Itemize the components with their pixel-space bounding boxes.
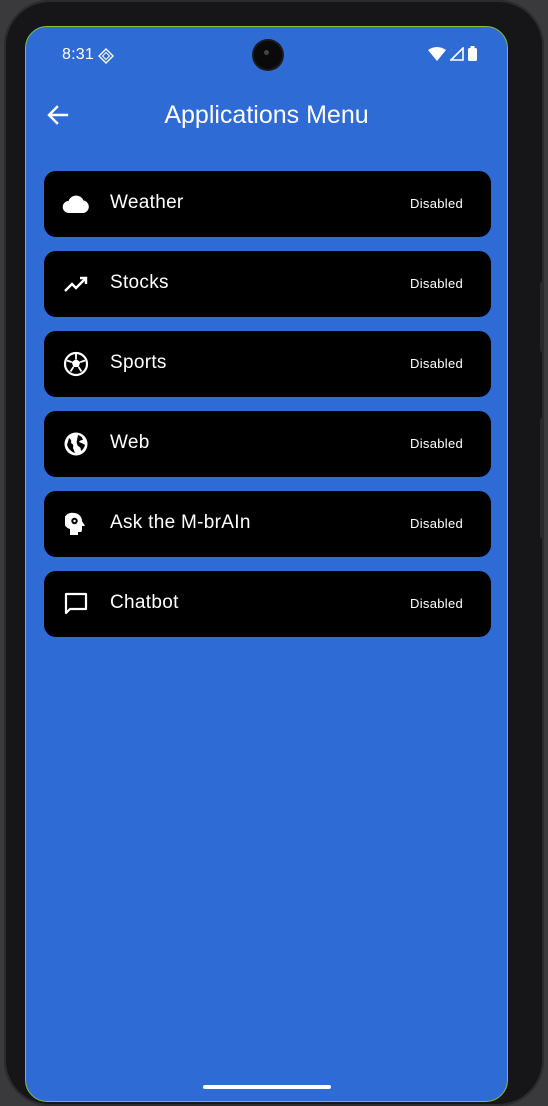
battery-icon [468,46,477,66]
menu-item-web[interactable]: Web Disabled [44,411,491,477]
menu-item-label: Sports [110,352,167,373]
menu-item-weather[interactable]: Weather Disabled [44,171,491,237]
status-icons [428,45,477,66]
power-button [540,418,544,538]
cloud-icon [62,190,90,218]
chat-bubble-icon [62,590,90,618]
menu-item-label: Stocks [110,272,169,293]
wifi-icon [428,46,446,66]
menu-item-label: Weather [110,192,184,213]
menu-item-chatbot[interactable]: Chatbot Disabled [44,571,491,637]
diamond-icon [98,48,114,69]
status-label: Disabled [410,516,463,531]
status-label: Disabled [410,596,463,611]
app-bar: Applications Menu [26,87,507,147]
phone-screen: 8:31 Applications Menu Weather Disabled … [25,26,508,1102]
front-camera [254,41,282,69]
status-bar: 8:31 [26,27,507,83]
menu-item-label: Chatbot [110,592,179,613]
menu-item-ask-the-m-brain[interactable]: Ask the M-brAIn Disabled [44,491,491,557]
menu-item-sports[interactable]: Sports Disabled [44,331,491,397]
globe-icon [62,430,90,458]
home-indicator[interactable] [203,1085,331,1089]
trending-up-icon [62,270,90,298]
psychology-head-icon [62,510,90,538]
applications-list: Weather Disabled Stocks Disabled Sports … [44,171,491,651]
status-label: Disabled [410,436,463,451]
status-label: Disabled [410,356,463,371]
status-label: Disabled [410,276,463,291]
volume-button [540,282,544,352]
menu-item-label: Ask the M-brAIn [110,512,251,533]
menu-item-label: Web [110,432,150,453]
status-label: Disabled [410,196,463,211]
signal-icon [449,45,464,66]
menu-item-stocks[interactable]: Stocks Disabled [44,251,491,317]
page-title: Applications Menu [164,101,369,129]
status-time: 8:31 [62,46,94,63]
soccer-ball-icon [62,350,90,378]
